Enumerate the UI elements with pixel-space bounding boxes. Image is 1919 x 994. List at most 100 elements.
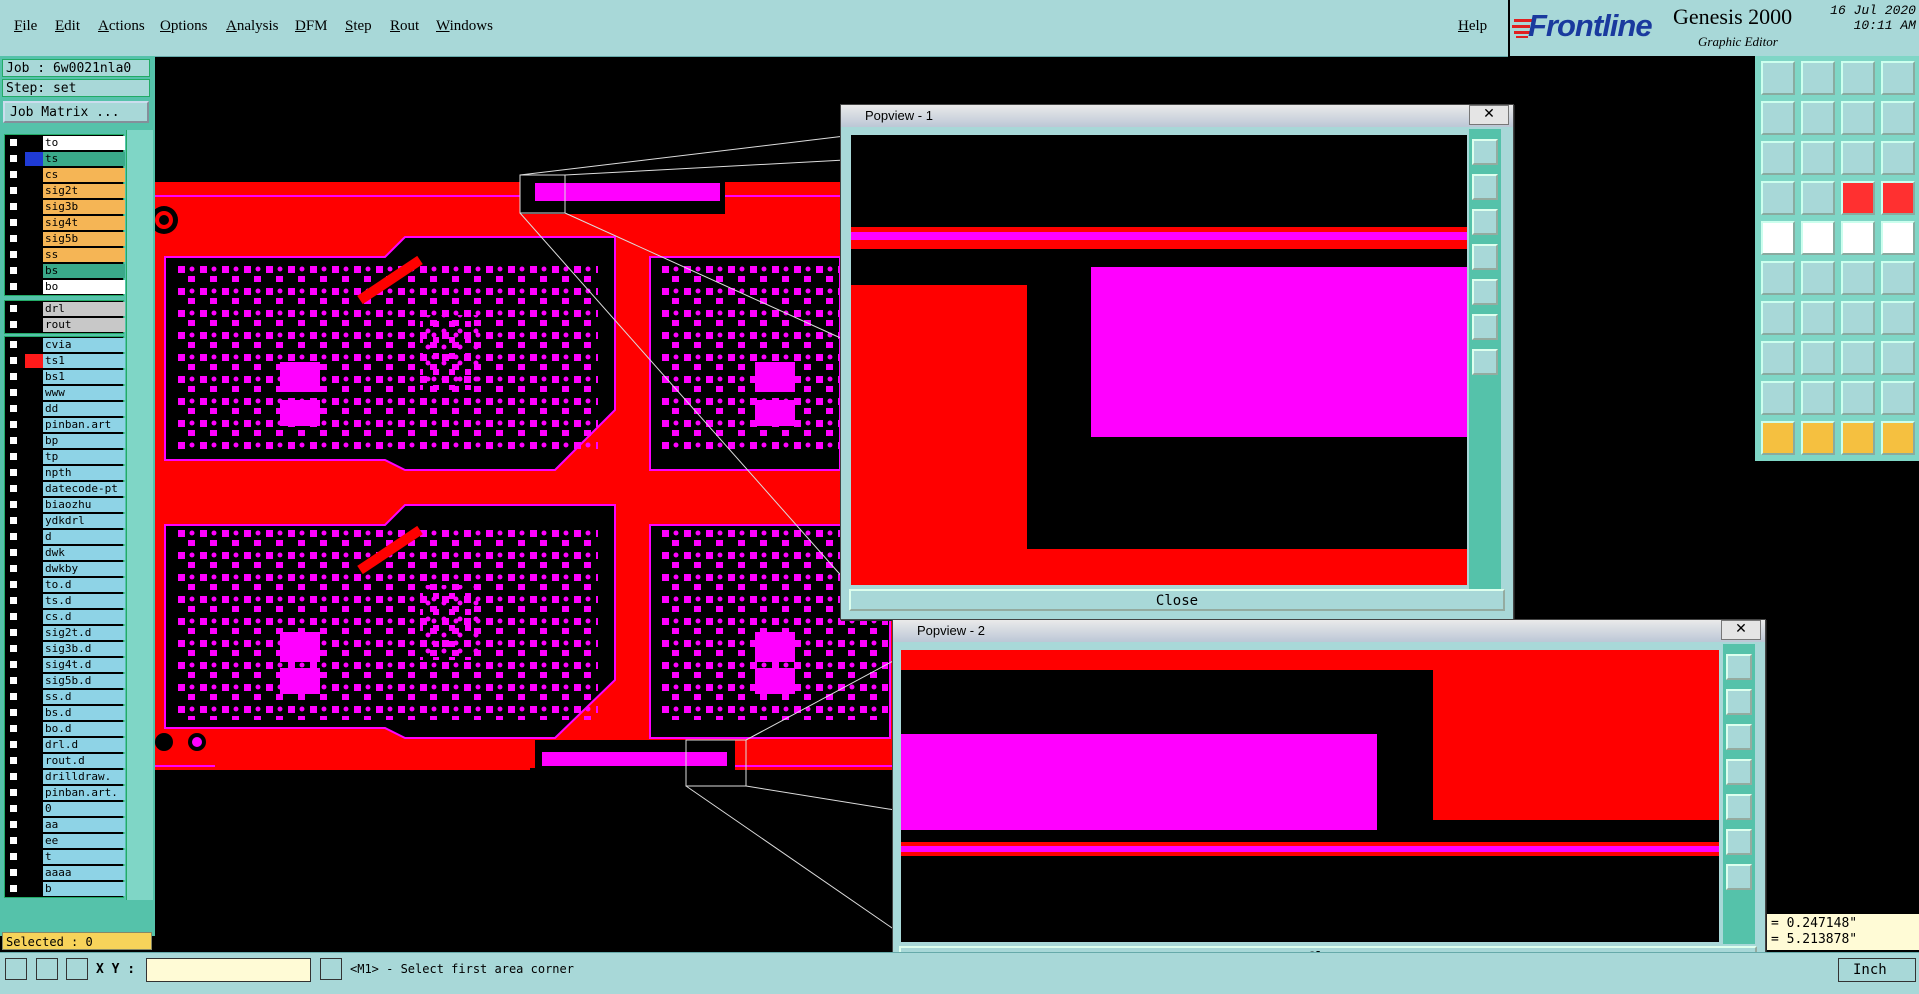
layer-color-swatch[interactable] <box>25 802 43 816</box>
layer-row[interactable]: ts <box>5 151 125 167</box>
layer-checkbox[interactable] <box>9 218 18 227</box>
layer-checkbox[interactable] <box>9 884 18 893</box>
layer-checkbox[interactable] <box>9 356 18 365</box>
layer-row[interactable]: cs <box>5 167 125 183</box>
layer-name[interactable]: ydkdrl <box>43 514 125 528</box>
xy-input[interactable] <box>146 958 311 982</box>
layer-color-swatch[interactable] <box>25 200 43 214</box>
layer-color-swatch[interactable] <box>25 184 43 198</box>
layer-checkbox[interactable] <box>9 452 18 461</box>
layer-row[interactable]: sig3b.d <box>5 641 125 657</box>
copy-icon[interactable] <box>1841 341 1875 375</box>
layer-checkbox[interactable] <box>9 186 18 195</box>
layer-row[interactable]: cs.d <box>5 609 125 625</box>
layer-checkbox[interactable] <box>9 532 18 541</box>
layer-checkbox[interactable] <box>9 724 18 733</box>
step-repeat-icon[interactable] <box>1881 301 1915 335</box>
layer-name[interactable]: tp <box>43 450 125 464</box>
zoom-out-icon[interactable] <box>1472 349 1498 375</box>
layer-name[interactable]: ts1 <box>43 354 125 368</box>
layer-name[interactable]: datecode-pt <box>43 482 125 496</box>
zoom-in-icon[interactable] <box>1761 61 1795 95</box>
layer-name[interactable]: sig3b.d <box>43 642 125 656</box>
layer-color-swatch[interactable] <box>25 738 43 752</box>
line-a-icon[interactable] <box>1841 261 1875 295</box>
layer-color-swatch[interactable] <box>25 280 43 294</box>
triangle-d-icon[interactable] <box>1881 381 1915 415</box>
zoom-in-icon[interactable] <box>1472 314 1498 340</box>
layer-row[interactable]: bs1 <box>5 369 125 385</box>
layer-color-swatch[interactable] <box>25 354 43 368</box>
pointer-c-icon[interactable] <box>1841 421 1875 455</box>
layer-checkbox[interactable] <box>9 266 18 275</box>
layer-name[interactable]: bs1 <box>43 370 125 384</box>
layer-row[interactable]: ts1 <box>5 353 125 369</box>
layer-name[interactable]: cs <box>43 168 125 182</box>
layer-row[interactable]: rout.d <box>5 753 125 769</box>
layer-row[interactable]: npth <box>5 465 125 481</box>
triangle-b-icon[interactable] <box>1801 381 1835 415</box>
layer-row[interactable]: drilldraw. <box>5 769 125 785</box>
layer-checkbox[interactable] <box>9 804 18 813</box>
down-icon[interactable] <box>1472 209 1498 235</box>
layer-checkbox[interactable] <box>9 516 18 525</box>
zoom-area-icon[interactable] <box>1761 141 1795 175</box>
layer-row[interactable]: t <box>5 849 125 865</box>
layer-color-swatch[interactable] <box>25 818 43 832</box>
layer-checkbox[interactable] <box>9 468 18 477</box>
layer-color-swatch[interactable] <box>25 674 43 688</box>
layer-name[interactable]: bo <box>43 280 125 294</box>
menu-windows[interactable]: Windows <box>436 18 493 35</box>
layer-checkbox[interactable] <box>9 660 18 669</box>
layer-color-swatch[interactable] <box>25 434 43 448</box>
triangle-a-icon[interactable] <box>1761 381 1795 415</box>
pointer-b-icon[interactable] <box>1801 421 1835 455</box>
zoom-fit-icon[interactable] <box>1881 61 1915 95</box>
fit-icon[interactable] <box>1472 139 1498 165</box>
slash-icon[interactable] <box>1801 301 1835 335</box>
layer-name[interactable]: bp <box>43 434 125 448</box>
layer-color-swatch[interactable] <box>25 418 43 432</box>
layer-checkbox[interactable] <box>9 676 18 685</box>
layer-checkbox[interactable] <box>9 756 18 765</box>
layer-color-swatch[interactable] <box>25 754 43 768</box>
layer-checkbox[interactable] <box>9 868 18 877</box>
pan-right-icon[interactable] <box>1801 101 1835 135</box>
layer-color-swatch[interactable] <box>25 546 43 560</box>
layer-name[interactable]: drl <box>43 302 125 316</box>
layer-checkbox[interactable] <box>9 564 18 573</box>
layer-row[interactable]: ts.d <box>5 593 125 609</box>
layer-row[interactable]: aa <box>5 817 125 833</box>
layer-row[interactable]: tp <box>5 449 125 465</box>
layer-color-swatch[interactable] <box>25 318 43 332</box>
line-b-icon[interactable] <box>1881 261 1915 295</box>
layer-checkbox[interactable] <box>9 628 18 637</box>
layer-color-swatch[interactable] <box>25 690 43 704</box>
layer-checkbox[interactable] <box>9 836 18 845</box>
fit-icon[interactable] <box>1726 654 1752 680</box>
layer-name[interactable]: bo.d <box>43 722 125 736</box>
layer-name[interactable]: cvia <box>43 338 125 352</box>
layer-checkbox[interactable] <box>9 772 18 781</box>
cut-icon[interactable] <box>1801 341 1835 375</box>
layer-checkbox[interactable] <box>9 250 18 259</box>
popview-1-close-button[interactable]: Close <box>849 589 1505 611</box>
layer-checkbox[interactable] <box>9 420 18 429</box>
right-icon[interactable] <box>1726 794 1752 820</box>
clone-icon[interactable] <box>1881 341 1915 375</box>
layer-row[interactable]: www <box>5 385 125 401</box>
layer-color-swatch[interactable] <box>25 514 43 528</box>
layer-checkbox[interactable] <box>9 740 18 749</box>
layer-name[interactable]: ss <box>43 248 125 262</box>
layer-row[interactable]: ee <box>5 833 125 849</box>
layer-name[interactable]: bs.d <box>43 706 125 720</box>
layer-name[interactable]: to.d <box>43 578 125 592</box>
layer-name[interactable]: pinban.art. <box>43 786 125 800</box>
layer-name[interactable]: sig5b.d <box>43 674 125 688</box>
layer-checkbox[interactable] <box>9 154 18 163</box>
layer-name[interactable]: 0 <box>43 802 125 816</box>
layer-row[interactable]: drl.d <box>5 737 125 753</box>
layer-row[interactable]: sig2t <box>5 183 125 199</box>
layer-name[interactable]: www <box>43 386 125 400</box>
layer-name[interactable]: sig5b <box>43 232 125 246</box>
